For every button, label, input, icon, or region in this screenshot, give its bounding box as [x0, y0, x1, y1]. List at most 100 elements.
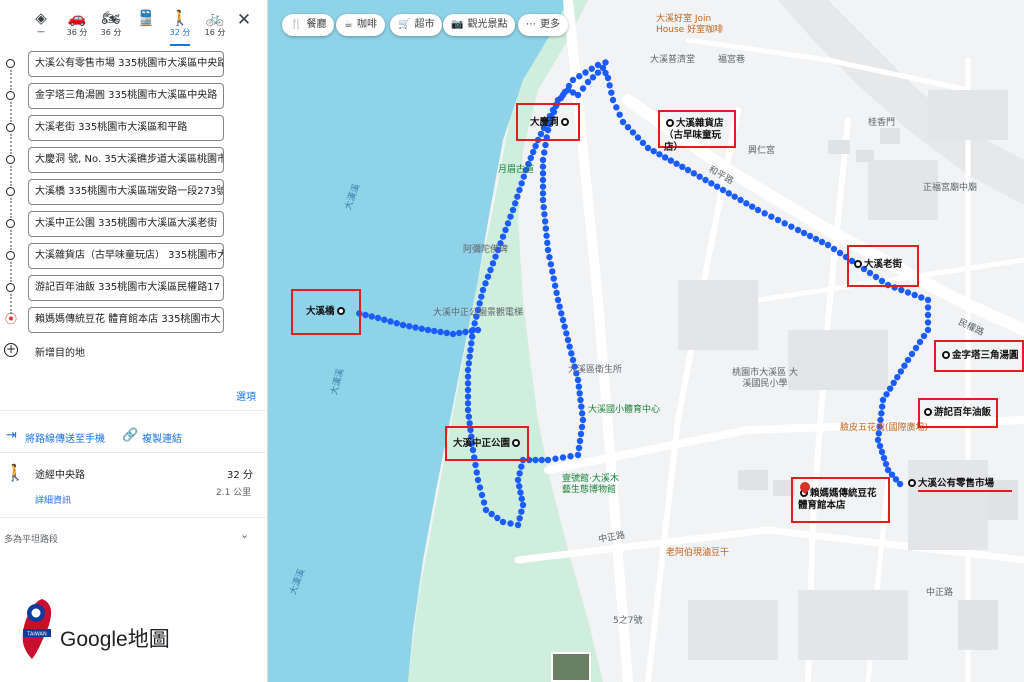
route-dot: [504, 220, 512, 227]
chip-restaurant[interactable]: 🍴 餐廳: [282, 14, 335, 36]
add-destination-label[interactable]: 新增目的地: [35, 344, 85, 359]
route-dot: [737, 196, 744, 204]
route-dot: [518, 180, 525, 187]
route-dot: [449, 330, 457, 338]
mode-walk[interactable]: 🚶 32 分: [163, 8, 197, 46]
link-icon[interactable]: 🔗: [122, 428, 138, 443]
close-icon[interactable]: ✕: [234, 10, 254, 30]
route-dot: [788, 223, 795, 230]
route-dot: [553, 289, 560, 297]
route-dot: [517, 489, 524, 496]
route-dot: [518, 463, 525, 470]
route-dot: [878, 410, 885, 417]
route-dot: [499, 518, 507, 526]
satellite-layer-thumbnail[interactable]: [551, 652, 591, 682]
place-pin-icon: [560, 118, 569, 126]
route-dot: [661, 154, 669, 161]
chip-supermarket[interactable]: 🛒 超市: [390, 14, 443, 36]
route-dot: [538, 456, 545, 464]
options-link[interactable]: 選項: [236, 388, 256, 403]
place-label-tangyuan: 金字塔三角湯圓: [940, 350, 1019, 362]
route-dot: [924, 311, 932, 319]
chip-attractions[interactable]: 📷 觀光景點: [443, 14, 516, 36]
mode-car[interactable]: 🚗 36 分: [60, 8, 94, 44]
route-dot: [650, 147, 657, 155]
mode-motorcycle[interactable]: 🏍 36 分: [94, 8, 128, 44]
stop-input-6[interactable]: 大溪中正公園 335桃園市大溪區大溪老街: [28, 211, 224, 237]
mode-bicycle[interactable]: 🚲 16 分: [198, 8, 232, 44]
route-dot: [516, 483, 523, 490]
send-to-phone-button[interactable]: 將路線傳送至手機: [25, 430, 105, 445]
route-connector: [10, 294, 12, 314]
stop-input-9[interactable]: 賴媽媽傳統豆花 體育館本店 335桃園市大: [28, 307, 224, 333]
map-canvas[interactable]: 🍴 餐廳 ☕ 咖啡 🛒 超市 📷 觀光景點 ⋯ 更多 大漢溪 大漢溪 大漢溪 大溪好室 J…: [268, 0, 1024, 682]
route-dot: [466, 353, 473, 360]
route-dot: [539, 156, 547, 164]
svg-text:TAIWAN: TAIWAN: [26, 632, 47, 638]
route-dot: [542, 225, 550, 232]
stop-input-7[interactable]: 大溪雜貨店（古早味童玩店） 335桃園市大: [28, 243, 224, 269]
mode-transit[interactable]: 🚆: [129, 8, 163, 44]
stop-input-5[interactable]: 大溪橋 335桃園市大溪區瑞安路一段273號: [28, 179, 224, 205]
camera-icon: 📷: [451, 19, 464, 30]
poi-label: 桂香門: [868, 118, 896, 128]
stop-input-1[interactable]: 大溪公有零售市場 335桃園市大溪區中央路: [28, 51, 224, 77]
motorcycle-icon: 🏍: [101, 9, 121, 27]
chip-more[interactable]: ⋯ 更多: [518, 14, 568, 36]
stop-input-8[interactable]: 游記百年油飯 335桃園市大溪區民權路17: [28, 275, 224, 301]
route-dot: [507, 213, 514, 220]
route-dot: [539, 170, 547, 177]
chevron-down-icon[interactable]: ⌄: [240, 528, 249, 541]
add-icon[interactable]: +: [4, 343, 18, 357]
mode-route[interactable]: ◈ 一: [24, 8, 58, 44]
stop-input-2[interactable]: 金字塔三角湯圓 335桃園市大溪區中央路: [28, 83, 224, 109]
route-dot: [582, 69, 589, 76]
route-dot: [558, 310, 565, 317]
chip-coffee[interactable]: ☕ 咖啡: [336, 14, 385, 36]
route-dot: [836, 249, 844, 257]
route-dot: [916, 338, 924, 346]
place-pin-icon: [854, 260, 862, 268]
route-dot: [901, 362, 908, 369]
route-dot: [613, 104, 620, 111]
stop-input-4[interactable]: 大慶洞 號, No. 35大溪礁步道大溪區桃園市: [28, 147, 224, 173]
route-dot: [549, 268, 556, 275]
send-to-phone-icon[interactable]: ⇥: [6, 428, 17, 443]
route-dot: [465, 360, 473, 367]
route-dot: [918, 294, 925, 301]
route-dot: [550, 275, 557, 282]
place-label-douhua: 賴媽媽傳統豆花 體育館本店: [798, 488, 877, 511]
route-dot: [399, 321, 407, 329]
divider: [0, 410, 268, 411]
route-dot: [552, 455, 559, 462]
route-dot: [362, 311, 369, 319]
route-details-link[interactable]: 詳細資訊: [35, 493, 71, 506]
route-connector: [10, 166, 12, 186]
route-dot: [794, 226, 802, 234]
route-dot: [609, 96, 617, 104]
route-dot: [761, 210, 768, 217]
route-name: 途經中央路: [35, 470, 85, 481]
divider: [0, 517, 268, 518]
route-dot: [464, 393, 472, 400]
copy-link-button[interactable]: 複製連結: [142, 430, 182, 445]
route-dot: [516, 186, 523, 194]
route-dot: [667, 157, 675, 164]
route-dot: [532, 142, 539, 150]
route-dot: [468, 333, 476, 340]
app-brand-title: Google地圖: [60, 628, 170, 651]
route-dot: [478, 293, 485, 300]
route-dot: [532, 456, 539, 464]
route-time: 32 分: [227, 470, 253, 481]
route-dot: [584, 78, 592, 86]
stop-marker: [6, 283, 15, 292]
route-dot: [546, 253, 553, 261]
route-dot: [561, 88, 569, 96]
stop-input-3[interactable]: 大溪老街 335桃園市大溪區和平路: [28, 115, 224, 141]
route-dot: [575, 444, 583, 452]
route-dot: [527, 154, 534, 162]
poi-label: 5之7號: [613, 616, 643, 626]
route-connector: [10, 134, 12, 154]
route-dot: [544, 456, 552, 464]
route-dot: [476, 484, 484, 491]
